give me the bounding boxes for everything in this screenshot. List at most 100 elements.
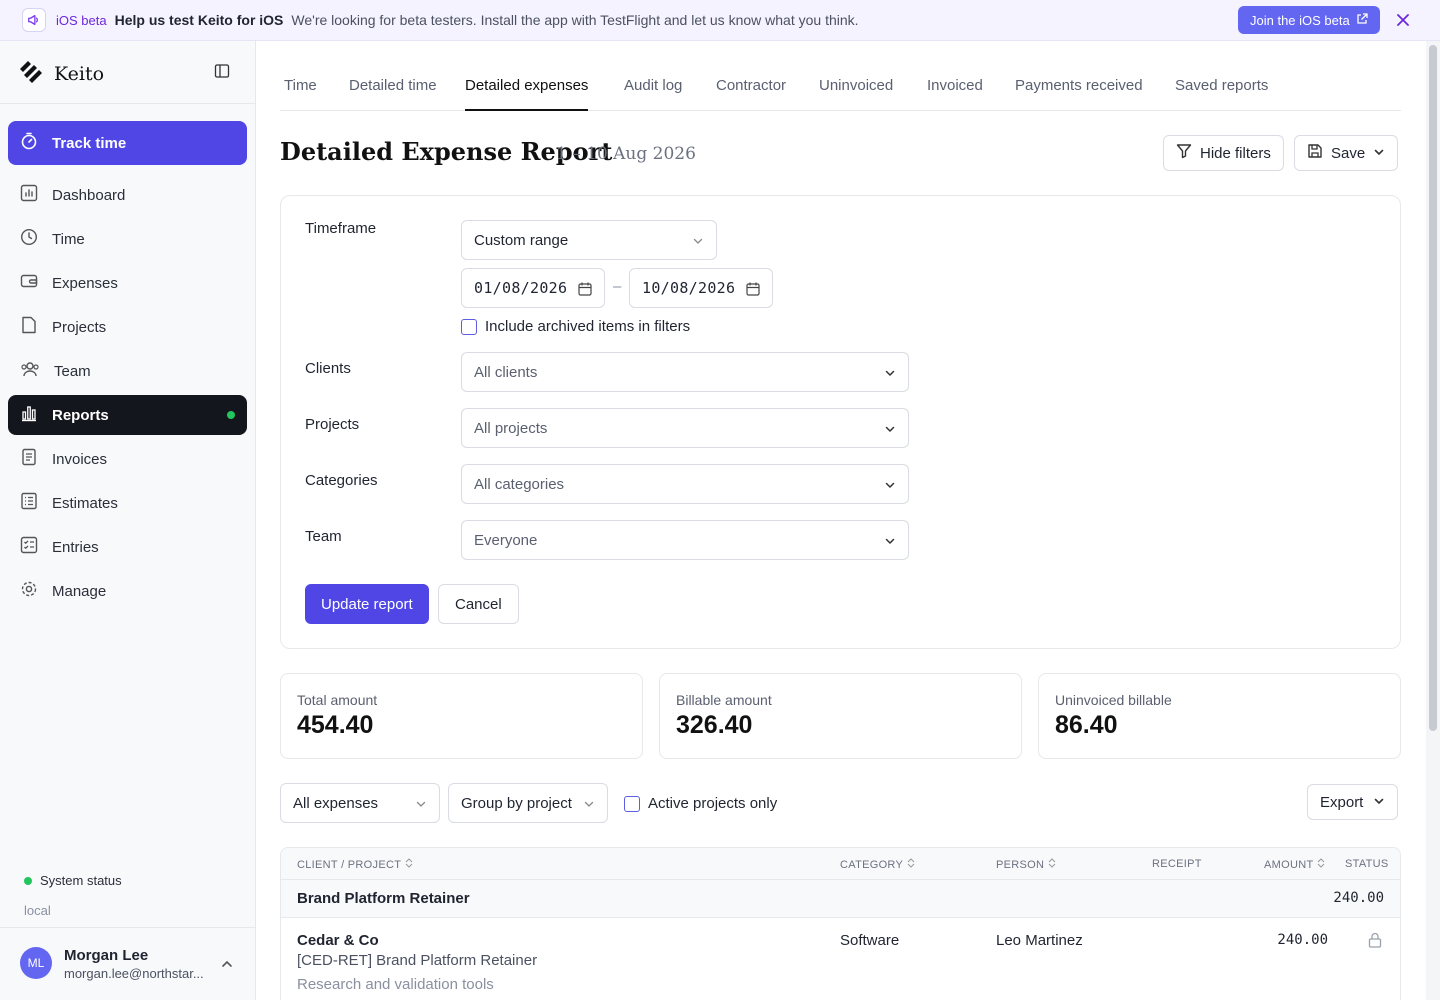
tab-detailed-time[interactable]: Detailed time	[349, 77, 437, 111]
tab-contractor[interactable]: Contractor	[716, 77, 786, 111]
stopwatch-icon	[20, 132, 38, 154]
categories-label: Categories	[305, 472, 378, 489]
date-from-value: 01/08/2026	[474, 279, 568, 297]
join-ios-beta-button[interactable]: Join the iOS beta	[1238, 6, 1380, 34]
row-client[interactable]: Cedar & Co	[297, 932, 379, 949]
active-projects-option[interactable]: Active projects only	[624, 795, 777, 812]
chevron-down-icon	[884, 534, 896, 551]
column-client-project[interactable]: CLIENT / PROJECT	[297, 858, 413, 871]
column-label: RECEIPT	[1152, 858, 1202, 870]
tab-audit-log[interactable]: Audit log	[624, 77, 682, 111]
chevron-down-icon	[1373, 145, 1385, 162]
stat-value: 326.40	[676, 711, 753, 739]
group-by-select[interactable]: Group by project	[448, 783, 608, 823]
cancel-button[interactable]: Cancel	[438, 584, 519, 624]
chevron-down-icon	[692, 234, 704, 251]
clients-label: Clients	[305, 360, 351, 377]
group-title: Brand Platform Retainer	[297, 890, 470, 907]
column-label: PERSON	[996, 858, 1045, 871]
sidebar-item-label: Expenses	[52, 274, 118, 292]
table-header: CLIENT / PROJECT CATEGORY PERSON RECEIPT…	[281, 848, 1400, 880]
team-label: Team	[305, 528, 342, 545]
sidebar-item-label: Invoices	[52, 450, 108, 468]
export-button[interactable]: Export	[1307, 784, 1399, 820]
sidebar-item-label: Projects	[52, 318, 107, 336]
sidebar-item-team[interactable]: Team	[8, 351, 247, 391]
sidebar-item-estimates[interactable]: Estimates	[8, 483, 247, 523]
report-tabs: Time Detailed time Detailed expenses Aud…	[280, 41, 1401, 111]
system-status-link[interactable]: System status	[24, 873, 122, 888]
invoice-icon	[20, 448, 38, 470]
chevron-down-icon	[415, 797, 427, 814]
column-receipt: RECEIPT	[1152, 858, 1202, 870]
sidebar-item-reports[interactable]: Reports	[8, 395, 247, 435]
tab-uninvoiced[interactable]: Uninvoiced	[819, 77, 893, 111]
user-name[interactable]: Morgan Lee	[64, 947, 148, 964]
include-archived-label: Include archived items in filters	[485, 318, 691, 335]
stat-label: Uninvoiced billable	[1055, 692, 1172, 708]
column-person[interactable]: PERSON	[996, 858, 1056, 871]
close-icon[interactable]	[1394, 11, 1412, 29]
clients-select[interactable]: All clients	[461, 352, 909, 392]
join-ios-beta-label: Join the iOS beta	[1250, 12, 1350, 28]
export-label: Export	[1320, 793, 1364, 811]
chevron-up-icon[interactable]	[220, 957, 234, 971]
sidebar-item-invoices[interactable]: Invoices	[8, 439, 247, 479]
date-from-input[interactable]: 01/08/2026	[461, 268, 605, 308]
column-amount[interactable]: AMOUNT	[1264, 858, 1325, 871]
tab-invoiced[interactable]: Invoiced	[927, 77, 983, 111]
expenses-filter-select[interactable]: All expenses	[280, 783, 440, 823]
save-button[interactable]: Save	[1294, 135, 1399, 171]
include-archived-checkbox[interactable]	[461, 318, 477, 335]
track-time-button[interactable]: Track time	[8, 121, 247, 165]
categories-select[interactable]: All categories	[461, 464, 909, 504]
stat-uninvoiced-billable: Uninvoiced billable 86.40	[1038, 673, 1401, 759]
row-project[interactable]: [CED-RET] Brand Platform Retainer	[297, 952, 537, 969]
calendar-icon[interactable]	[746, 282, 760, 300]
hide-filters-button[interactable]: Hide filters	[1163, 135, 1284, 171]
table-row[interactable]: Cedar & Co [CED-RET] Brand Platform Reta…	[281, 918, 1400, 1000]
bar-chart-icon	[20, 404, 38, 426]
timeframe-select[interactable]: Custom range	[461, 220, 717, 260]
sort-icon	[1048, 858, 1056, 871]
date-range: 1 – 10 Aug 2026	[556, 144, 696, 164]
sidebar-item-entries[interactable]: Entries	[8, 527, 247, 567]
tab-detailed-expenses[interactable]: Detailed expenses	[465, 77, 589, 111]
sidebar-item-expenses[interactable]: Expenses	[8, 263, 247, 303]
system-status-label: System status	[40, 873, 122, 888]
column-category[interactable]: CATEGORY	[840, 858, 915, 871]
sidebar-toggle-icon[interactable]	[214, 63, 232, 81]
update-report-button[interactable]: Update report	[305, 584, 429, 624]
chevron-down-icon	[583, 797, 595, 814]
sidebar-item-label: Team	[54, 362, 91, 380]
team-select[interactable]: Everyone	[461, 520, 909, 560]
scrollbar[interactable]	[1426, 41, 1440, 1000]
expenses-filter-value: All expenses	[293, 794, 379, 812]
scrollbar-thumb[interactable]	[1429, 45, 1437, 731]
date-to-input[interactable]: 10/08/2026	[629, 268, 773, 308]
brand[interactable]: Keito	[18, 59, 104, 88]
include-archived-option[interactable]: Include archived items in filters	[461, 318, 690, 335]
projects-select[interactable]: All projects	[461, 408, 909, 448]
sidebar-item-time[interactable]: Time	[8, 219, 247, 259]
user-divider	[0, 927, 256, 928]
tab-saved-reports[interactable]: Saved reports	[1175, 77, 1268, 111]
avatar[interactable]: ML	[20, 947, 52, 979]
estimate-icon	[20, 492, 38, 514]
tab-payments-received[interactable]: Payments received	[1015, 77, 1143, 111]
sidebar-item-manage[interactable]: Manage	[8, 571, 247, 611]
megaphone-icon	[22, 8, 46, 32]
sidebar-item-dashboard[interactable]: Dashboard	[8, 175, 247, 215]
sidebar-item-label: Estimates	[52, 494, 118, 512]
row-category: Software	[840, 932, 900, 949]
row-amount: 240.00	[1277, 932, 1328, 948]
clock-icon	[20, 228, 38, 250]
sidebar-item-projects[interactable]: Projects	[8, 307, 247, 347]
tab-time[interactable]: Time	[284, 77, 317, 111]
calendar-icon[interactable]	[578, 282, 592, 300]
timeframe-label: Timeframe	[305, 220, 377, 237]
active-projects-label: Active projects only	[648, 795, 778, 812]
gear-icon	[20, 580, 38, 602]
expenses-table: CLIENT / PROJECT CATEGORY PERSON RECEIPT…	[280, 847, 1401, 1000]
active-projects-checkbox[interactable]	[624, 795, 640, 812]
